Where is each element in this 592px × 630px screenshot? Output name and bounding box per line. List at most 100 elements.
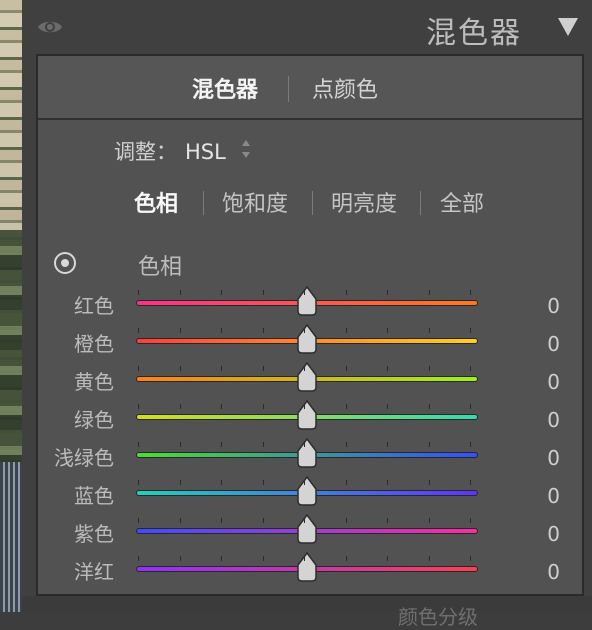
slider-value: 0 — [547, 408, 560, 432]
slider-tick — [470, 518, 471, 523]
slider-tick — [221, 480, 222, 485]
subtab-luminance[interactable]: 明亮度 — [331, 186, 397, 218]
slider-row-purple: 紫色 0 — [38, 514, 582, 552]
slider-label: 浅绿色 — [54, 446, 114, 470]
slider-tick — [138, 480, 139, 485]
slider-label: 橙色 — [74, 332, 114, 356]
slider-tick — [138, 556, 139, 561]
slider-tick — [138, 290, 139, 295]
subtab-all[interactable]: 全部 — [440, 186, 484, 218]
slider-tick — [428, 328, 430, 333]
tab-mixer[interactable]: 混色器 — [192, 72, 258, 104]
slider-tick — [179, 442, 181, 447]
slider-tick — [387, 442, 388, 447]
slider-value: 0 — [547, 522, 560, 546]
subtab-hue[interactable]: 色相 — [134, 186, 178, 218]
subtab-separator — [203, 191, 204, 215]
slider-tick — [138, 442, 139, 447]
tab-separator — [288, 76, 289, 102]
slider-thumb[interactable] — [296, 362, 318, 392]
slider-tick — [470, 404, 471, 409]
collapse-triangle-icon[interactable] — [558, 18, 578, 36]
slider-tick — [345, 290, 347, 295]
slider-tick — [470, 366, 471, 371]
slider-thumb[interactable] — [296, 514, 318, 544]
slider-tick — [470, 556, 471, 561]
slider-tick — [221, 556, 222, 561]
slider-tick — [138, 328, 139, 333]
next-panel-header-partial: 颜色分级 — [22, 596, 592, 629]
slider-tick — [304, 404, 305, 409]
slider-tick — [304, 442, 305, 447]
slider-label: 紫色 — [74, 522, 114, 546]
slider-value: 0 — [547, 560, 560, 584]
slider-tick — [179, 518, 181, 523]
slider-thumb[interactable] — [296, 476, 318, 506]
slider-tick — [387, 518, 388, 523]
slider-thumb[interactable] — [296, 324, 318, 354]
slider-label: 蓝色 — [74, 484, 114, 508]
slider-tick — [428, 556, 430, 561]
slider-tick — [428, 480, 430, 485]
slider-tick — [428, 404, 430, 409]
slider-row-red: 红色 0 — [38, 286, 582, 324]
slider-tick — [428, 290, 430, 295]
adjust-mode-select[interactable]: HSL — [185, 140, 226, 164]
slider-row-blue: 蓝色 0 — [38, 476, 582, 514]
slider-row-orange: 橙色 0 — [38, 324, 582, 362]
target-adjust-icon[interactable] — [53, 251, 77, 275]
slider-thumb[interactable] — [296, 438, 318, 468]
slider-thumb[interactable] — [296, 552, 318, 582]
slider-row-yellow: 黄色 0 — [38, 362, 582, 400]
slider-thumb[interactable] — [296, 286, 318, 316]
slider-tick — [179, 556, 181, 561]
slider-tick — [387, 404, 388, 409]
slider-tick — [345, 480, 347, 485]
slider-tick — [138, 404, 139, 409]
slider-value: 0 — [547, 484, 560, 508]
slider-tick — [470, 328, 471, 333]
slider-tick — [262, 404, 264, 409]
eye-icon[interactable] — [37, 17, 63, 37]
slider-tick — [428, 518, 430, 523]
slider-tick — [387, 328, 388, 333]
slider-tick — [304, 328, 305, 333]
next-panel-title-partial: 颜色分级 — [398, 605, 478, 629]
color-mixer-panel-shell: 混色器 混色器 点颜色 调整： HSL 色相 饱和度 明亮度 全部 色相 红色 … — [22, 0, 592, 629]
adjust-row: 调整： HSL — [114, 136, 250, 166]
slider-tick — [345, 404, 347, 409]
slider-tick — [138, 366, 139, 371]
tab-point-color[interactable]: 点颜色 — [312, 72, 378, 104]
slider-tick — [262, 442, 264, 447]
slider-tick — [345, 328, 347, 333]
updown-arrows-icon[interactable] — [240, 138, 252, 160]
slider-tick — [221, 366, 222, 371]
slider-label: 红色 — [74, 294, 114, 318]
slider-tick — [262, 518, 264, 523]
slider-row-green: 绿色 0 — [38, 400, 582, 438]
slider-tick — [262, 366, 264, 371]
slider-tick — [470, 442, 471, 447]
panel-header: 混色器 — [22, 0, 592, 54]
slider-value: 0 — [547, 332, 560, 356]
slider-value: 0 — [547, 446, 560, 470]
slider-tick — [470, 480, 471, 485]
slider-tick — [304, 518, 305, 523]
slider-label: 黄色 — [74, 370, 114, 394]
slider-tick — [387, 556, 388, 561]
slider-tick — [138, 518, 139, 523]
background-photo-strip — [0, 0, 22, 612]
panel-title: 混色器 — [426, 16, 522, 51]
slider-tick — [387, 290, 388, 295]
slider-tick — [345, 556, 347, 561]
subtab-saturation[interactable]: 饱和度 — [222, 186, 288, 218]
slider-tick — [262, 480, 264, 485]
slider-tick — [262, 290, 264, 295]
slider-tick — [428, 442, 430, 447]
slider-thumb[interactable] — [296, 400, 318, 430]
photo-fence-detail — [0, 462, 22, 612]
slider-tick — [304, 556, 305, 561]
slider-tick — [387, 480, 388, 485]
slider-tick — [345, 442, 347, 447]
subtab-separator — [420, 191, 421, 215]
